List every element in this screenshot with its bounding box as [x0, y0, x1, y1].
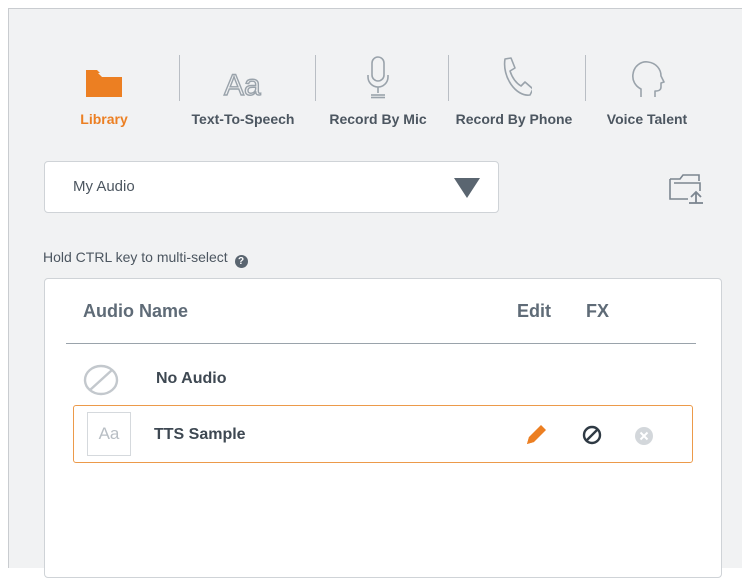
- tab-divider: [315, 55, 316, 101]
- tab-label: Record By Mic: [329, 111, 427, 127]
- audio-name: TTS Sample: [154, 426, 246, 443]
- column-header-edit: Edit: [517, 301, 551, 321]
- tab-divider: [179, 55, 180, 101]
- folder-icon: [69, 51, 139, 99]
- tab-label: Text-To-Speech: [191, 111, 295, 127]
- head-icon: [601, 51, 693, 99]
- folder-upload-icon: [668, 174, 706, 209]
- upload-folder-button[interactable]: [668, 171, 706, 210]
- tab-record-by-mic[interactable]: Record By Mic: [323, 51, 433, 141]
- column-header-audio-name: Audio Name: [83, 301, 189, 321]
- column-header-fx: FX: [586, 301, 610, 321]
- tab-divider: [585, 55, 586, 101]
- tts-thumbnail-text: Aa: [98, 424, 120, 443]
- svg-text:Aa: Aa: [224, 69, 261, 99]
- tts-thumbnail: Aa: [87, 412, 131, 456]
- audio-name: No Audio: [156, 370, 227, 387]
- phone-icon: [449, 51, 579, 99]
- audio-source-panel: Library Aa Text-To-Speech Record By Mic …: [8, 8, 742, 578]
- microphone-icon: [323, 51, 433, 99]
- no-audio-icon: [82, 363, 120, 402]
- hint-text: Hold CTRL key to multi-select: [43, 249, 228, 265]
- tab-library[interactable]: Library: [69, 51, 139, 141]
- remove-icon[interactable]: [634, 426, 654, 451]
- source-tabs: Library Aa Text-To-Speech Record By Mic …: [9, 9, 742, 159]
- list-item-tts-sample[interactable]: Aa TTS Sample: [73, 405, 693, 463]
- pencil-icon[interactable]: [523, 422, 549, 453]
- audio-list: Audio Name Edit FX No Audio Aa TTS Sampl…: [44, 278, 722, 578]
- tab-record-by-phone[interactable]: Record By Phone: [449, 51, 579, 141]
- tab-label: Voice Talent: [606, 111, 688, 127]
- caret-down-icon: [454, 178, 480, 203]
- library-select[interactable]: My Audio: [44, 161, 499, 213]
- multi-select-hint: Hold CTRL key to multi-select ?: [43, 249, 248, 268]
- text-aa-icon: Aa: [185, 51, 301, 99]
- tab-label: Record By Phone: [455, 111, 573, 127]
- library-select-value: My Audio: [73, 178, 135, 195]
- tab-label: Library: [80, 111, 128, 127]
- tab-text-to-speech[interactable]: Aa Text-To-Speech: [185, 51, 301, 141]
- header-divider: [66, 343, 696, 344]
- tab-voice-talent[interactable]: Voice Talent: [601, 51, 693, 141]
- help-icon[interactable]: ?: [234, 255, 248, 268]
- fx-off-icon[interactable]: [581, 424, 603, 451]
- list-item-no-audio[interactable]: No Audio: [66, 347, 696, 405]
